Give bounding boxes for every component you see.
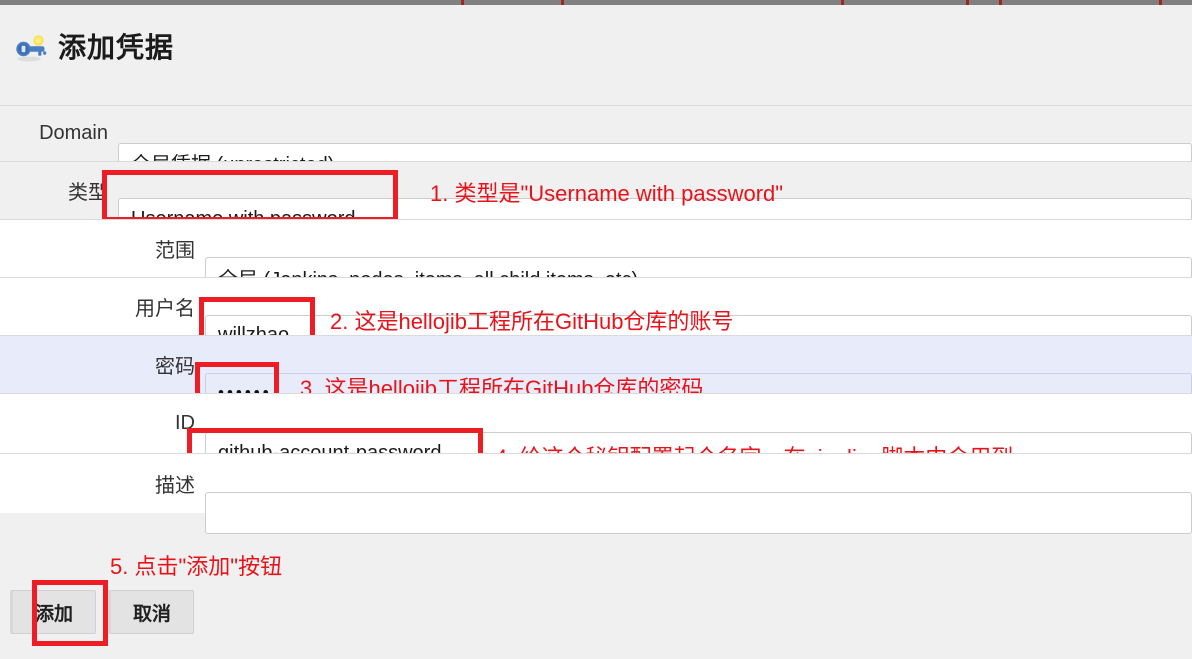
field-label: Domain — [39, 121, 108, 144]
field-label: 类型 — [68, 181, 108, 204]
add-button[interactable]: 添加 — [10, 590, 97, 634]
clipped-annotation-mark — [999, 0, 1002, 5]
clipped-annotation-mark — [966, 0, 969, 5]
clipped-annotation-mark — [1159, 0, 1162, 5]
cancel-button[interactable]: 取消 — [108, 590, 195, 634]
row-divider — [0, 277, 1192, 278]
row-divider — [0, 219, 1192, 220]
row-divider — [0, 453, 1192, 454]
text-field[interactable] — [205, 492, 1192, 534]
row-divider — [0, 335, 1192, 336]
form-row: IDgithub-account-password — [0, 393, 1192, 474]
field-label: 描述 — [155, 474, 195, 497]
clipped-annotation-mark — [461, 0, 464, 5]
form-buttons: 添加 取消 — [10, 590, 195, 634]
top-clipped-bar — [0, 0, 1192, 5]
row-divider — [0, 161, 1192, 162]
form-row: 范围全局 (Jenkins, nodes, items, all child i… — [0, 219, 1192, 297]
row-divider — [0, 105, 1192, 106]
clipped-annotation-mark — [561, 0, 564, 5]
footer-annotation: 5. 点击"添加"按钮 — [110, 554, 283, 579]
step-annotation: 1. 类型是"Username with password" — [430, 181, 784, 206]
clipped-annotation-mark — [841, 0, 844, 5]
step-annotation: 2. 这是hellojib工程所在GitHub仓库的账号 — [330, 309, 734, 334]
page-header: 添加凭据 — [14, 33, 174, 63]
key-icon — [14, 33, 48, 63]
field-label: 密码 — [155, 355, 195, 378]
form-row: 描述 — [0, 453, 1192, 534]
field-label: ID — [175, 411, 195, 434]
form-row: Domain全局凭据 (unrestricted) — [0, 105, 1192, 181]
page-title: 添加凭据 — [58, 32, 175, 63]
row-divider — [0, 393, 1192, 394]
field-label: 用户名 — [135, 297, 195, 320]
field-label: 范围 — [155, 239, 195, 262]
